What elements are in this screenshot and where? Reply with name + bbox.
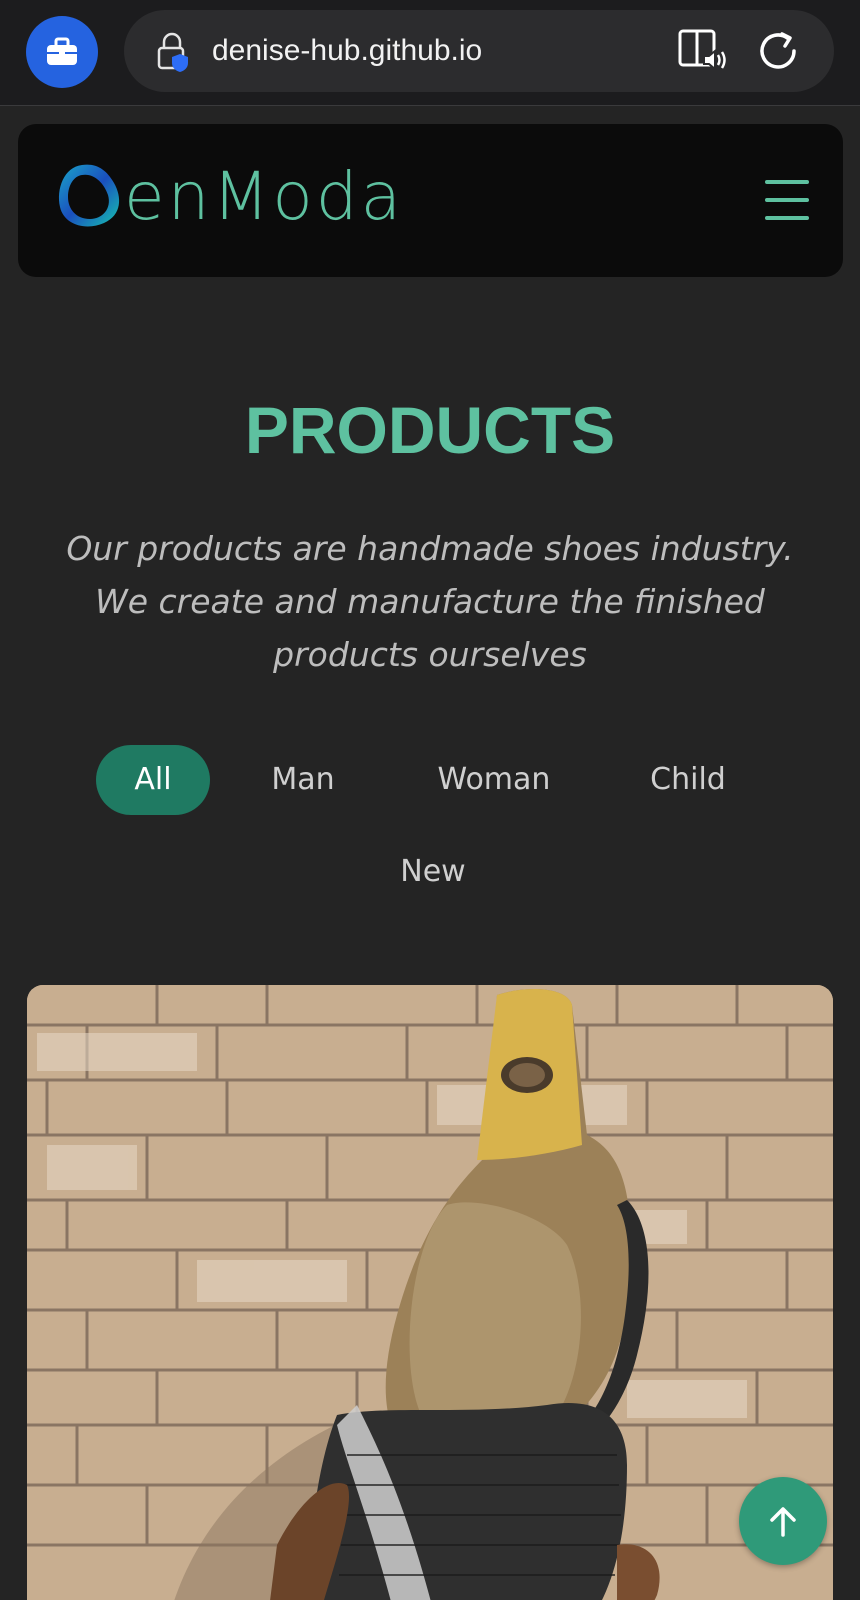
section-subtitle: Our products are handmade shoes industry… xyxy=(66,529,794,674)
briefcase-icon xyxy=(47,37,77,65)
back-to-top-button[interactable] xyxy=(739,1477,827,1565)
filter-new[interactable]: New xyxy=(380,837,486,907)
product-photo xyxy=(27,985,833,1600)
address-bar[interactable]: denise-hub.github.io xyxy=(124,10,834,92)
hamburger-line xyxy=(765,180,809,184)
logo[interactable]: enModa xyxy=(52,154,404,238)
product-image[interactable] xyxy=(27,985,833,1600)
logo-text: enModa xyxy=(124,157,405,235)
filter-all[interactable]: All xyxy=(96,745,210,815)
reload-icon[interactable] xyxy=(756,28,802,74)
logo-mark-icon xyxy=(58,164,120,227)
reader-speaker-icon[interactable] xyxy=(678,28,726,74)
filter-woman[interactable]: Woman xyxy=(416,745,572,815)
hamburger-icon[interactable] xyxy=(765,180,809,220)
lock-shield-icon xyxy=(157,32,188,72)
page-title: PRODUCTS xyxy=(244,393,616,467)
hamburger-line xyxy=(765,216,809,220)
filter-man[interactable]: Man xyxy=(248,745,358,815)
hamburger-line xyxy=(765,198,809,202)
arrow-up-icon xyxy=(770,1507,796,1537)
url-text[interactable]: denise-hub.github.io xyxy=(212,10,482,92)
browser-toolbar: denise-hub.github.io xyxy=(0,0,860,106)
filter-child[interactable]: Child xyxy=(630,745,746,815)
site-header: enModa xyxy=(18,124,843,277)
work-profile-button[interactable] xyxy=(26,16,98,88)
